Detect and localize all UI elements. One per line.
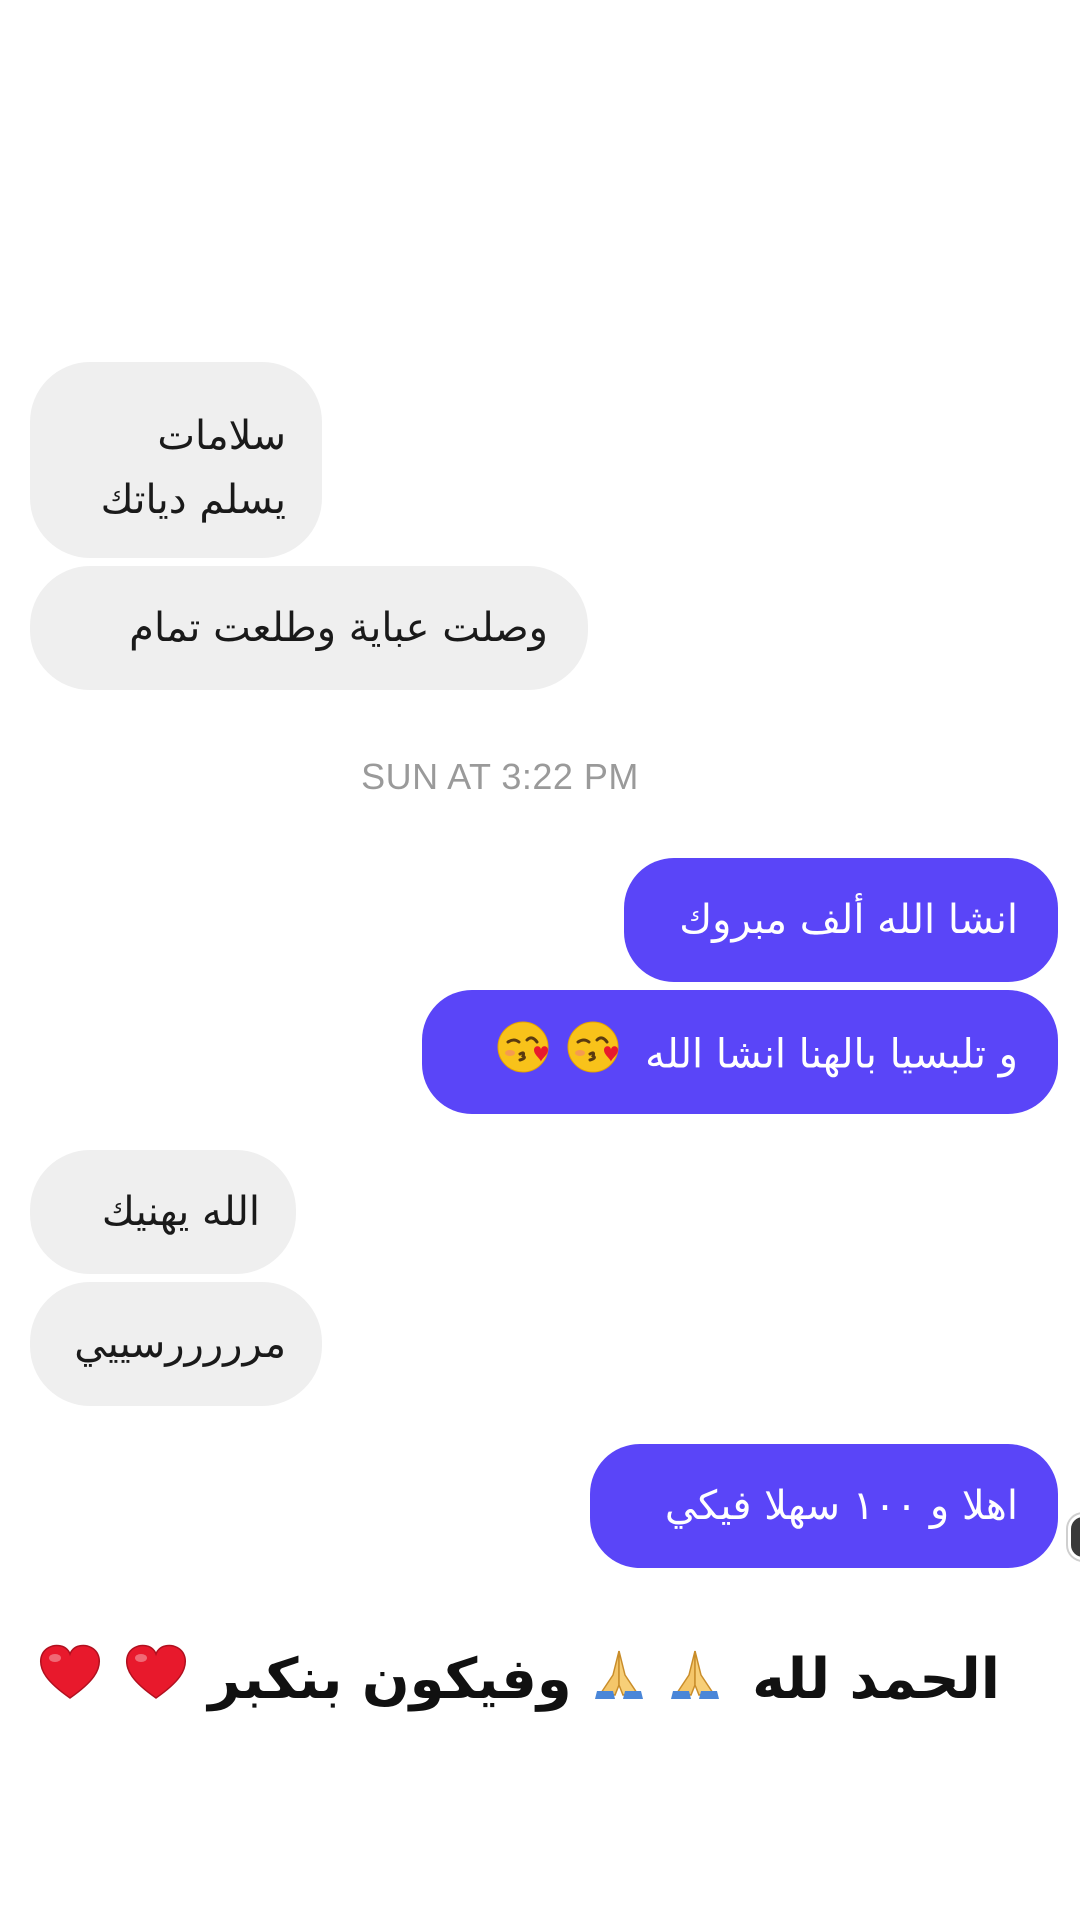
received-message-bubble[interactable]: سلامات يسلم دياتك	[30, 362, 322, 558]
message-text: وصلت عباية وطلعت تمام	[129, 605, 548, 651]
received-message-bubble[interactable]: الله يهنيك	[30, 1150, 296, 1274]
folded-hands-icon	[667, 1643, 723, 1723]
message-text: انشا الله ألف مبروك	[679, 897, 1018, 943]
sent-message-bubble[interactable]: اهلا و ١٠٠ سهلا فيكي	[590, 1444, 1058, 1568]
caption-text: الحمد لله	[752, 1647, 1000, 1712]
story-caption: الحمد لله وفيكون بنكبر	[40, 1640, 1000, 1724]
folded-hands-icon	[591, 1643, 647, 1723]
message-text: مرررررسييي	[74, 1321, 286, 1367]
kissing-face-with-heart-icon	[566, 1020, 620, 1093]
message-text: اهلا و ١٠٠ سهلا فيكي	[664, 1483, 1018, 1529]
message-text: سلامات	[157, 413, 286, 459]
seen-avatar	[1068, 1514, 1080, 1560]
message-text: الله يهنيك	[101, 1189, 260, 1235]
sent-message-bubble[interactable]: و تلبسيا بالهنا انشا الله	[422, 990, 1058, 1114]
message-text: و تلبسيا بالهنا انشا الله	[645, 1031, 1018, 1078]
red-heart-icon	[123, 1642, 189, 1724]
message-text: يسلم دياتك	[100, 477, 286, 523]
caption-text: وفيكون بنكبر	[208, 1647, 572, 1712]
red-heart-icon	[37, 1642, 103, 1724]
received-message-bubble[interactable]: وصلت عباية وطلعت تمام	[30, 566, 588, 690]
kissing-face-with-heart-icon	[496, 1020, 550, 1093]
sent-message-bubble[interactable]: انشا الله ألف مبروك	[624, 858, 1058, 982]
received-message-bubble[interactable]: مرررررسييي	[30, 1282, 322, 1406]
message-text-row: و تلبسيا بالهنا انشا الله	[458, 1020, 1018, 1093]
message-timestamp: SUN AT 3:22 PM	[361, 756, 639, 797]
